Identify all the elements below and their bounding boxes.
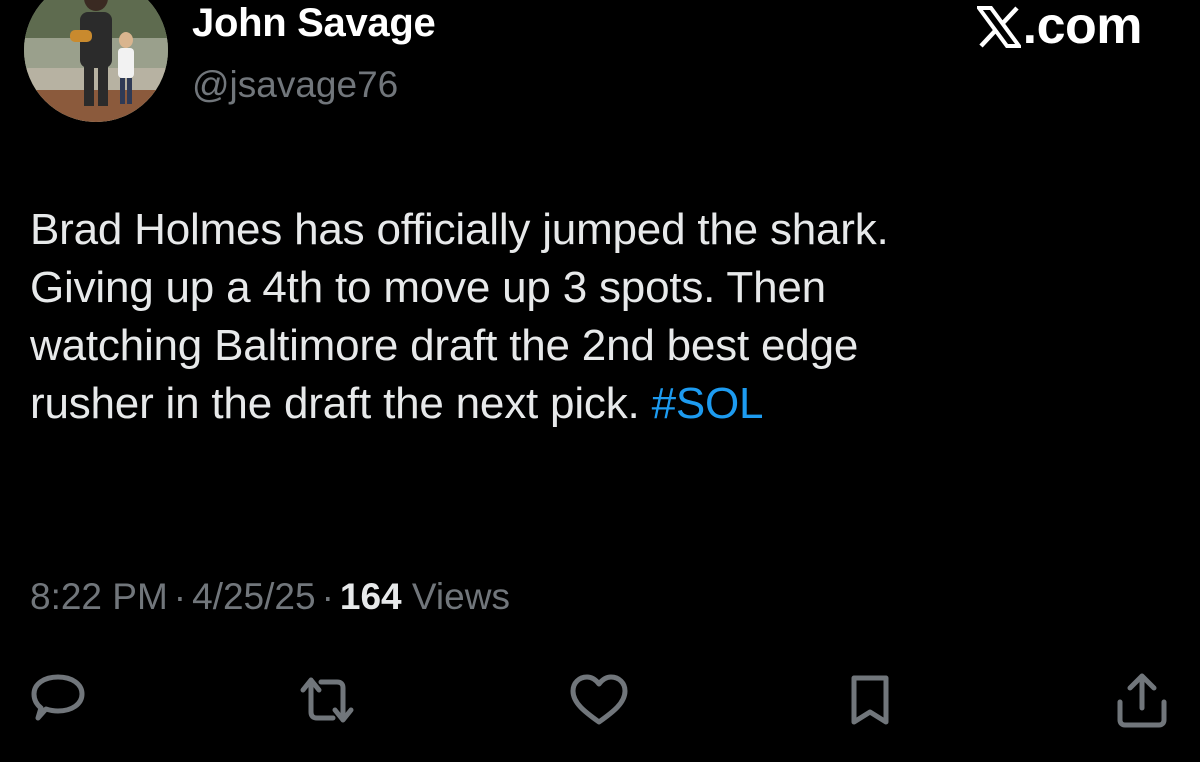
x-logo-icon	[974, 5, 1023, 48]
bookmark-button[interactable]	[838, 668, 902, 732]
meta-separator: ·	[321, 576, 334, 617]
views-count: 164	[339, 576, 402, 617]
tweet-meta: 8:22 PM · 4/25/25 · 164 Views	[30, 573, 510, 621]
like-button[interactable]	[567, 668, 631, 732]
hashtag-link[interactable]: #SOL	[652, 379, 764, 428]
brand-domain-text: .com	[1022, 0, 1143, 55]
action-bar	[0, 668, 1200, 732]
tweet-line: watching Baltimore draft the 2nd best ed…	[30, 321, 859, 370]
user-handle[interactable]: @jsavage76	[192, 63, 398, 107]
repost-arrows-icon	[300, 677, 354, 723]
brand-watermark: .com	[974, 0, 1143, 55]
avatar-photo-icon	[24, 0, 168, 122]
meta-separator: ·	[173, 576, 187, 617]
speech-bubble-icon	[31, 674, 85, 721]
tweet-line: Brad Holmes has officially jumped the sh…	[30, 205, 889, 254]
display-name[interactable]: John Savage	[192, 0, 436, 46]
bookmark-icon	[851, 675, 889, 725]
views-label: Views	[411, 576, 510, 617]
repost-button[interactable]	[295, 668, 359, 732]
tweet-line-last: rusher in the draft the next pick. #SOL	[30, 375, 1180, 433]
tweet-body: Brad Holmes has officially jumped the sh…	[30, 201, 1180, 433]
avatar[interactable]	[24, 0, 168, 122]
tweet-card: John Savage @jsavage76 .com Brad Holmes …	[0, 0, 1200, 762]
share-upload-icon	[1117, 673, 1167, 728]
tweet-date[interactable]: 4/25/25	[192, 576, 315, 617]
tweet-line-text: rusher in the draft the next pick.	[30, 379, 652, 428]
heart-icon	[570, 674, 628, 725]
reply-button[interactable]	[26, 668, 90, 732]
tweet-time[interactable]: 8:22 PM	[30, 576, 168, 617]
share-button[interactable]	[1110, 668, 1174, 732]
tweet-line: Giving up a 4th to move up 3 spots. Then	[30, 263, 826, 312]
